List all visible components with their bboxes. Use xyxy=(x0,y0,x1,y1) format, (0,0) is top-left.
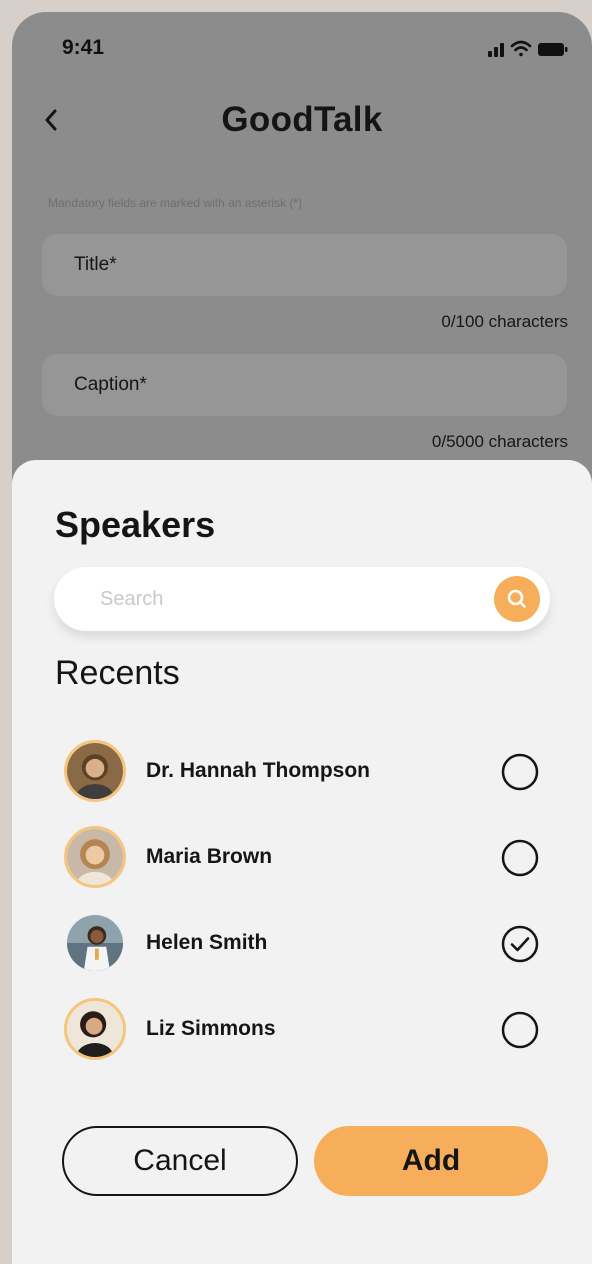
speaker-name: Liz Simmons xyxy=(146,1017,276,1040)
mandatory-hint: Mandatory fields are marked with an aste… xyxy=(48,196,303,210)
search-bar xyxy=(54,567,550,631)
status-time: 9:41 xyxy=(62,36,105,59)
title-field-label: Title* xyxy=(74,254,117,275)
recents-label: Recents xyxy=(55,654,180,692)
speaker-row-helen-smith[interactable]: Helen Smith xyxy=(12,908,592,980)
caption-char-counter: 0/5000 characters xyxy=(431,432,568,451)
title-char-counter: 0/100 characters xyxy=(441,312,568,331)
caption-field-label: Caption* xyxy=(74,374,147,395)
speaker-name: Helen Smith xyxy=(146,931,268,954)
radio-unchecked-icon[interactable] xyxy=(500,752,540,792)
search-icon xyxy=(507,589,526,608)
avatar-photo xyxy=(67,915,123,971)
avatar-photo xyxy=(67,829,123,885)
caption-field[interactable]: Caption* xyxy=(42,354,567,416)
radio-unchecked-icon[interactable] xyxy=(500,1010,540,1050)
speaker-name: Dr. Hannah Thompson xyxy=(146,759,371,782)
signal-icon xyxy=(488,43,504,57)
radio-checked-icon[interactable] xyxy=(500,924,540,964)
avatar-photo xyxy=(67,743,123,799)
radio-unchecked-icon[interactable] xyxy=(500,838,540,878)
status-bar: 9:41 xyxy=(12,12,592,82)
sheet-title: Speakers xyxy=(55,504,216,545)
status-icons xyxy=(488,40,568,57)
speaker-row-hannah-thompson[interactable]: Dr. Hannah Thompson xyxy=(12,736,592,808)
page-title: GoodTalk xyxy=(221,100,383,139)
avatar-photo xyxy=(67,1001,123,1057)
avatar xyxy=(64,912,126,974)
speaker-name: Maria Brown xyxy=(146,845,273,868)
wifi-icon xyxy=(510,40,532,57)
battery-icon xyxy=(538,43,568,56)
speaker-row-liz-simmons[interactable]: Liz Simmons xyxy=(12,994,592,1066)
search-input[interactable] xyxy=(100,585,460,613)
nav-bar: GoodTalk xyxy=(12,82,592,162)
phone-screen: 9:41 GoodTalk Mandatory fields are marke… xyxy=(12,12,592,1264)
avatar xyxy=(64,826,126,888)
cancel-button[interactable]: Cancel xyxy=(62,1126,298,1196)
search-button[interactable] xyxy=(494,576,540,622)
speaker-row-maria-brown[interactable]: Maria Brown xyxy=(12,822,592,894)
speakers-sheet: Speakers Recents Dr. Hannah Th xyxy=(12,460,592,1264)
avatar xyxy=(64,998,126,1060)
title-field[interactable]: Title* xyxy=(42,234,567,296)
add-button[interactable]: Add xyxy=(314,1126,548,1196)
avatar xyxy=(64,740,126,802)
